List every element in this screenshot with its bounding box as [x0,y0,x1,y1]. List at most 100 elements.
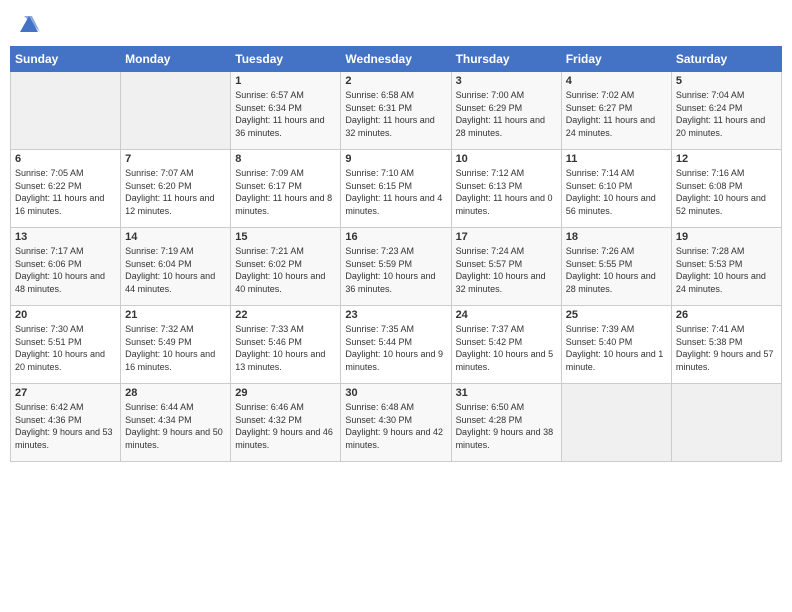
week-row-3: 13 Sunrise: 7:17 AMSunset: 6:06 PMDayligh… [11,228,782,306]
day-cell [11,72,121,150]
weekday-header-wednesday: Wednesday [341,47,451,72]
weekday-header-sunday: Sunday [11,47,121,72]
day-number: 23 [345,309,446,321]
day-number: 10 [456,153,557,165]
day-number: 7 [125,153,226,165]
day-number: 28 [125,387,226,399]
day-number: 13 [15,231,116,243]
day-info: Sunrise: 7:12 AMSunset: 6:13 PMDaylight:… [456,167,557,217]
weekday-header-thursday: Thursday [451,47,561,72]
day-info: Sunrise: 7:35 AMSunset: 5:44 PMDaylight:… [345,323,446,373]
day-cell: 30 Sunrise: 6:48 AMSunset: 4:30 PMDayligh… [341,384,451,462]
week-row-2: 6 Sunrise: 7:05 AMSunset: 6:22 PMDaylight… [11,150,782,228]
day-info: Sunrise: 7:09 AMSunset: 6:17 PMDaylight:… [235,167,336,217]
day-info: Sunrise: 6:44 AMSunset: 4:34 PMDaylight:… [125,401,226,451]
day-cell: 18Sunrise: 7:26 AMSunset: 5:55 PMDayligh… [561,228,671,306]
day-cell: 2 Sunrise: 6:58 AMSunset: 6:31 PMDaylight… [341,72,451,150]
day-number: 8 [235,153,336,165]
day-number: 11 [566,153,667,165]
day-number: 27 [15,387,116,399]
page-header [10,10,782,40]
day-number: 31 [456,387,557,399]
day-number: 1 [235,75,336,87]
day-info: Sunrise: 7:02 AMSunset: 6:27 PMDaylight:… [566,89,667,139]
day-cell [561,384,671,462]
day-info: Sunrise: 7:28 AMSunset: 5:53 PMDaylight:… [676,245,777,295]
day-cell: 27 Sunrise: 6:42 AMSunset: 4:36 PMDayligh… [11,384,121,462]
day-info: Sunrise: 6:48 AMSunset: 4:30 PMDaylight:… [345,401,446,451]
day-info: Sunrise: 7:26 AMSunset: 5:55 PMDaylight:… [566,245,667,295]
day-info: Sunrise: 6:46 AMSunset: 4:32 PMDaylight:… [235,401,336,451]
weekday-header-tuesday: Tuesday [231,47,341,72]
weekday-header-friday: Friday [561,47,671,72]
day-number: 12 [676,153,777,165]
day-info: Sunrise: 6:42 AMSunset: 4:36 PMDaylight:… [15,401,116,451]
day-cell: 26 Sunrise: 7:41 AMSunset: 5:38 PMDayligh… [671,306,781,384]
day-cell [671,384,781,462]
day-info: Sunrise: 7:05 AMSunset: 6:22 PMDaylight:… [15,167,116,217]
day-info: Sunrise: 7:21 AMSunset: 6:02 PMDaylight:… [235,245,336,295]
day-info: Sunrise: 7:04 AMSunset: 6:24 PMDaylight:… [676,89,777,139]
day-cell: 12 Sunrise: 7:16 AMSunset: 6:08 PMDayligh… [671,150,781,228]
day-number: 29 [235,387,336,399]
weekday-header-row: SundayMondayTuesdayWednesdayThursdayFrid… [11,47,782,72]
week-row-4: 20Sunrise: 7:30 AMSunset: 5:51 PMDayligh… [11,306,782,384]
day-cell: 17 Sunrise: 7:24 AMSunset: 5:57 PMDayligh… [451,228,561,306]
day-cell: 3 Sunrise: 7:00 AMSunset: 6:29 PMDaylight… [451,72,561,150]
day-number: 3 [456,75,557,87]
day-cell: 7 Sunrise: 7:07 AMSunset: 6:20 PMDaylight… [121,150,231,228]
day-info: Sunrise: 7:24 AMSunset: 5:57 PMDaylight:… [456,245,557,295]
weekday-header-monday: Monday [121,47,231,72]
day-info: Sunrise: 7:16 AMSunset: 6:08 PMDaylight:… [676,167,777,217]
day-cell: 16 Sunrise: 7:23 AMSunset: 5:59 PMDayligh… [341,228,451,306]
day-info: Sunrise: 7:10 AMSunset: 6:15 PMDaylight:… [345,167,446,217]
day-number: 2 [345,75,446,87]
day-number: 6 [15,153,116,165]
day-number: 24 [456,309,557,321]
day-info: Sunrise: 6:58 AMSunset: 6:31 PMDaylight:… [345,89,446,139]
day-number: 14 [125,231,226,243]
day-number: 21 [125,309,226,321]
week-row-1: 1 Sunrise: 6:57 AMSunset: 6:34 PMDaylight… [11,72,782,150]
day-cell: 10 Sunrise: 7:12 AMSunset: 6:13 PMDayligh… [451,150,561,228]
day-number: 5 [676,75,777,87]
day-number: 19 [676,231,777,243]
day-info: Sunrise: 7:14 AMSunset: 6:10 PMDaylight:… [566,167,667,217]
day-info: Sunrise: 6:50 AMSunset: 4:28 PMDaylight:… [456,401,557,451]
calendar-table: SundayMondayTuesdayWednesdayThursdayFrid… [10,46,782,462]
day-info: Sunrise: 7:41 AMSunset: 5:38 PMDaylight:… [676,323,777,373]
day-cell [121,72,231,150]
day-number: 30 [345,387,446,399]
day-info: Sunrise: 7:23 AMSunset: 5:59 PMDaylight:… [345,245,446,295]
day-info: Sunrise: 7:19 AMSunset: 6:04 PMDaylight:… [125,245,226,295]
day-number: 15 [235,231,336,243]
day-cell: 21 Sunrise: 7:32 AMSunset: 5:49 PMDayligh… [121,306,231,384]
day-cell: 28 Sunrise: 6:44 AMSunset: 4:34 PMDayligh… [121,384,231,462]
day-cell: 23 Sunrise: 7:35 AMSunset: 5:44 PMDayligh… [341,306,451,384]
day-info: Sunrise: 6:57 AMSunset: 6:34 PMDaylight:… [235,89,336,139]
day-number: 16 [345,231,446,243]
day-number: 26 [676,309,777,321]
day-cell: 1 Sunrise: 6:57 AMSunset: 6:34 PMDaylight… [231,72,341,150]
day-number: 9 [345,153,446,165]
day-info: Sunrise: 7:00 AMSunset: 6:29 PMDaylight:… [456,89,557,139]
day-info: Sunrise: 7:07 AMSunset: 6:20 PMDaylight:… [125,167,226,217]
day-cell: 31 Sunrise: 6:50 AMSunset: 4:28 PMDayligh… [451,384,561,462]
day-cell: 15 Sunrise: 7:21 AMSunset: 6:02 PMDayligh… [231,228,341,306]
day-cell: 9 Sunrise: 7:10 AMSunset: 6:15 PMDaylight… [341,150,451,228]
day-cell: 22Sunrise: 7:33 AMSunset: 5:46 PMDayligh… [231,306,341,384]
day-cell: 25Sunrise: 7:39 AMSunset: 5:40 PMDayligh… [561,306,671,384]
day-number: 25 [566,309,667,321]
day-cell: 4Sunrise: 7:02 AMSunset: 6:27 PMDaylight… [561,72,671,150]
logo [16,14,40,36]
day-info: Sunrise: 7:37 AMSunset: 5:42 PMDaylight:… [456,323,557,373]
day-cell: 13 Sunrise: 7:17 AMSunset: 6:06 PMDayligh… [11,228,121,306]
day-cell: 5 Sunrise: 7:04 AMSunset: 6:24 PMDaylight… [671,72,781,150]
day-info: Sunrise: 7:32 AMSunset: 5:49 PMDaylight:… [125,323,226,373]
day-info: Sunrise: 7:17 AMSunset: 6:06 PMDaylight:… [15,245,116,295]
day-info: Sunrise: 7:30 AMSunset: 5:51 PMDaylight:… [15,323,116,373]
day-number: 17 [456,231,557,243]
week-row-5: 27 Sunrise: 6:42 AMSunset: 4:36 PMDayligh… [11,384,782,462]
day-number: 22 [235,309,336,321]
day-cell: 19 Sunrise: 7:28 AMSunset: 5:53 PMDayligh… [671,228,781,306]
